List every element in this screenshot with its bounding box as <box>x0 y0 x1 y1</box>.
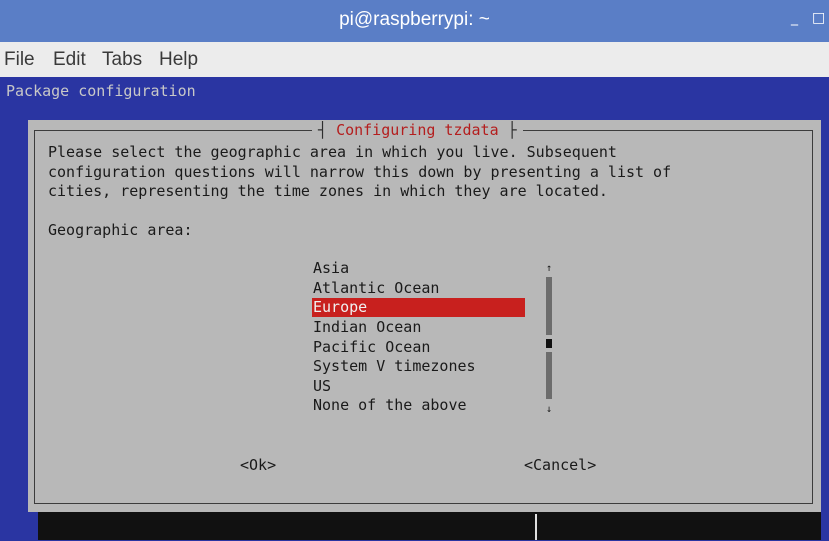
menu-help[interactable]: Help <box>159 49 198 71</box>
scroll-down-arrow-icon: ↓ <box>546 404 552 414</box>
description-line-3: cities, representing the time zones in w… <box>48 182 608 200</box>
option-system-v-timezones[interactable]: System V timezones <box>312 357 525 376</box>
option-atlantic-ocean[interactable]: Atlantic Ocean <box>312 279 525 298</box>
scrollbar-track-lower <box>546 352 552 399</box>
menu-tabs[interactable]: Tabs <box>102 49 142 71</box>
dialog-title: ┤ Configuring tzdata ├ <box>312 121 523 141</box>
package-configuration-header: Package configuration <box>6 82 196 100</box>
scrollbar-thumb <box>546 339 552 348</box>
dialog-title-text: Configuring tzdata <box>336 121 499 139</box>
scroll-up-arrow-icon: ↑ <box>546 263 552 274</box>
description-line-1: Please select the geographic area in whi… <box>48 143 617 161</box>
option-europe[interactable]: Europe <box>312 298 525 317</box>
title-sep-right: ├ <box>507 121 517 139</box>
dialog-shadow <box>38 512 821 540</box>
list-scrollbar[interactable]: ↑ ↓ <box>542 262 556 414</box>
ok-button[interactable]: <Ok> <box>240 456 276 474</box>
option-us[interactable]: US <box>312 377 525 396</box>
text-cursor-icon <box>535 514 547 540</box>
option-indian-ocean[interactable]: Indian Ocean <box>312 318 525 337</box>
minimize-icon[interactable]: _ <box>791 10 798 26</box>
option-none-of-the-above[interactable]: None of the above <box>312 396 525 415</box>
scrollbar-track-upper <box>546 277 552 335</box>
cancel-button[interactable]: <Cancel> <box>524 456 596 474</box>
menu-edit[interactable]: Edit <box>53 49 86 71</box>
window-titlebar: pi@raspberrypi: ~ _ □ <box>0 0 829 42</box>
tzdata-dialog: ┤ Configuring tzdata ├ Please select the… <box>28 120 821 512</box>
menubar: File Edit Tabs Help <box>0 42 829 77</box>
title-sep-left: ┤ <box>318 121 328 139</box>
menu-file[interactable]: File <box>4 49 35 71</box>
option-asia[interactable]: Asia <box>312 259 525 278</box>
window-title: pi@raspberrypi: ~ <box>339 9 490 30</box>
option-pacific-ocean[interactable]: Pacific Ocean <box>312 338 525 357</box>
maximize-icon[interactable]: □ <box>812 10 825 26</box>
description-line-2: configuration questions will narrow this… <box>48 163 672 181</box>
geographic-area-label: Geographic area: <box>48 221 193 239</box>
